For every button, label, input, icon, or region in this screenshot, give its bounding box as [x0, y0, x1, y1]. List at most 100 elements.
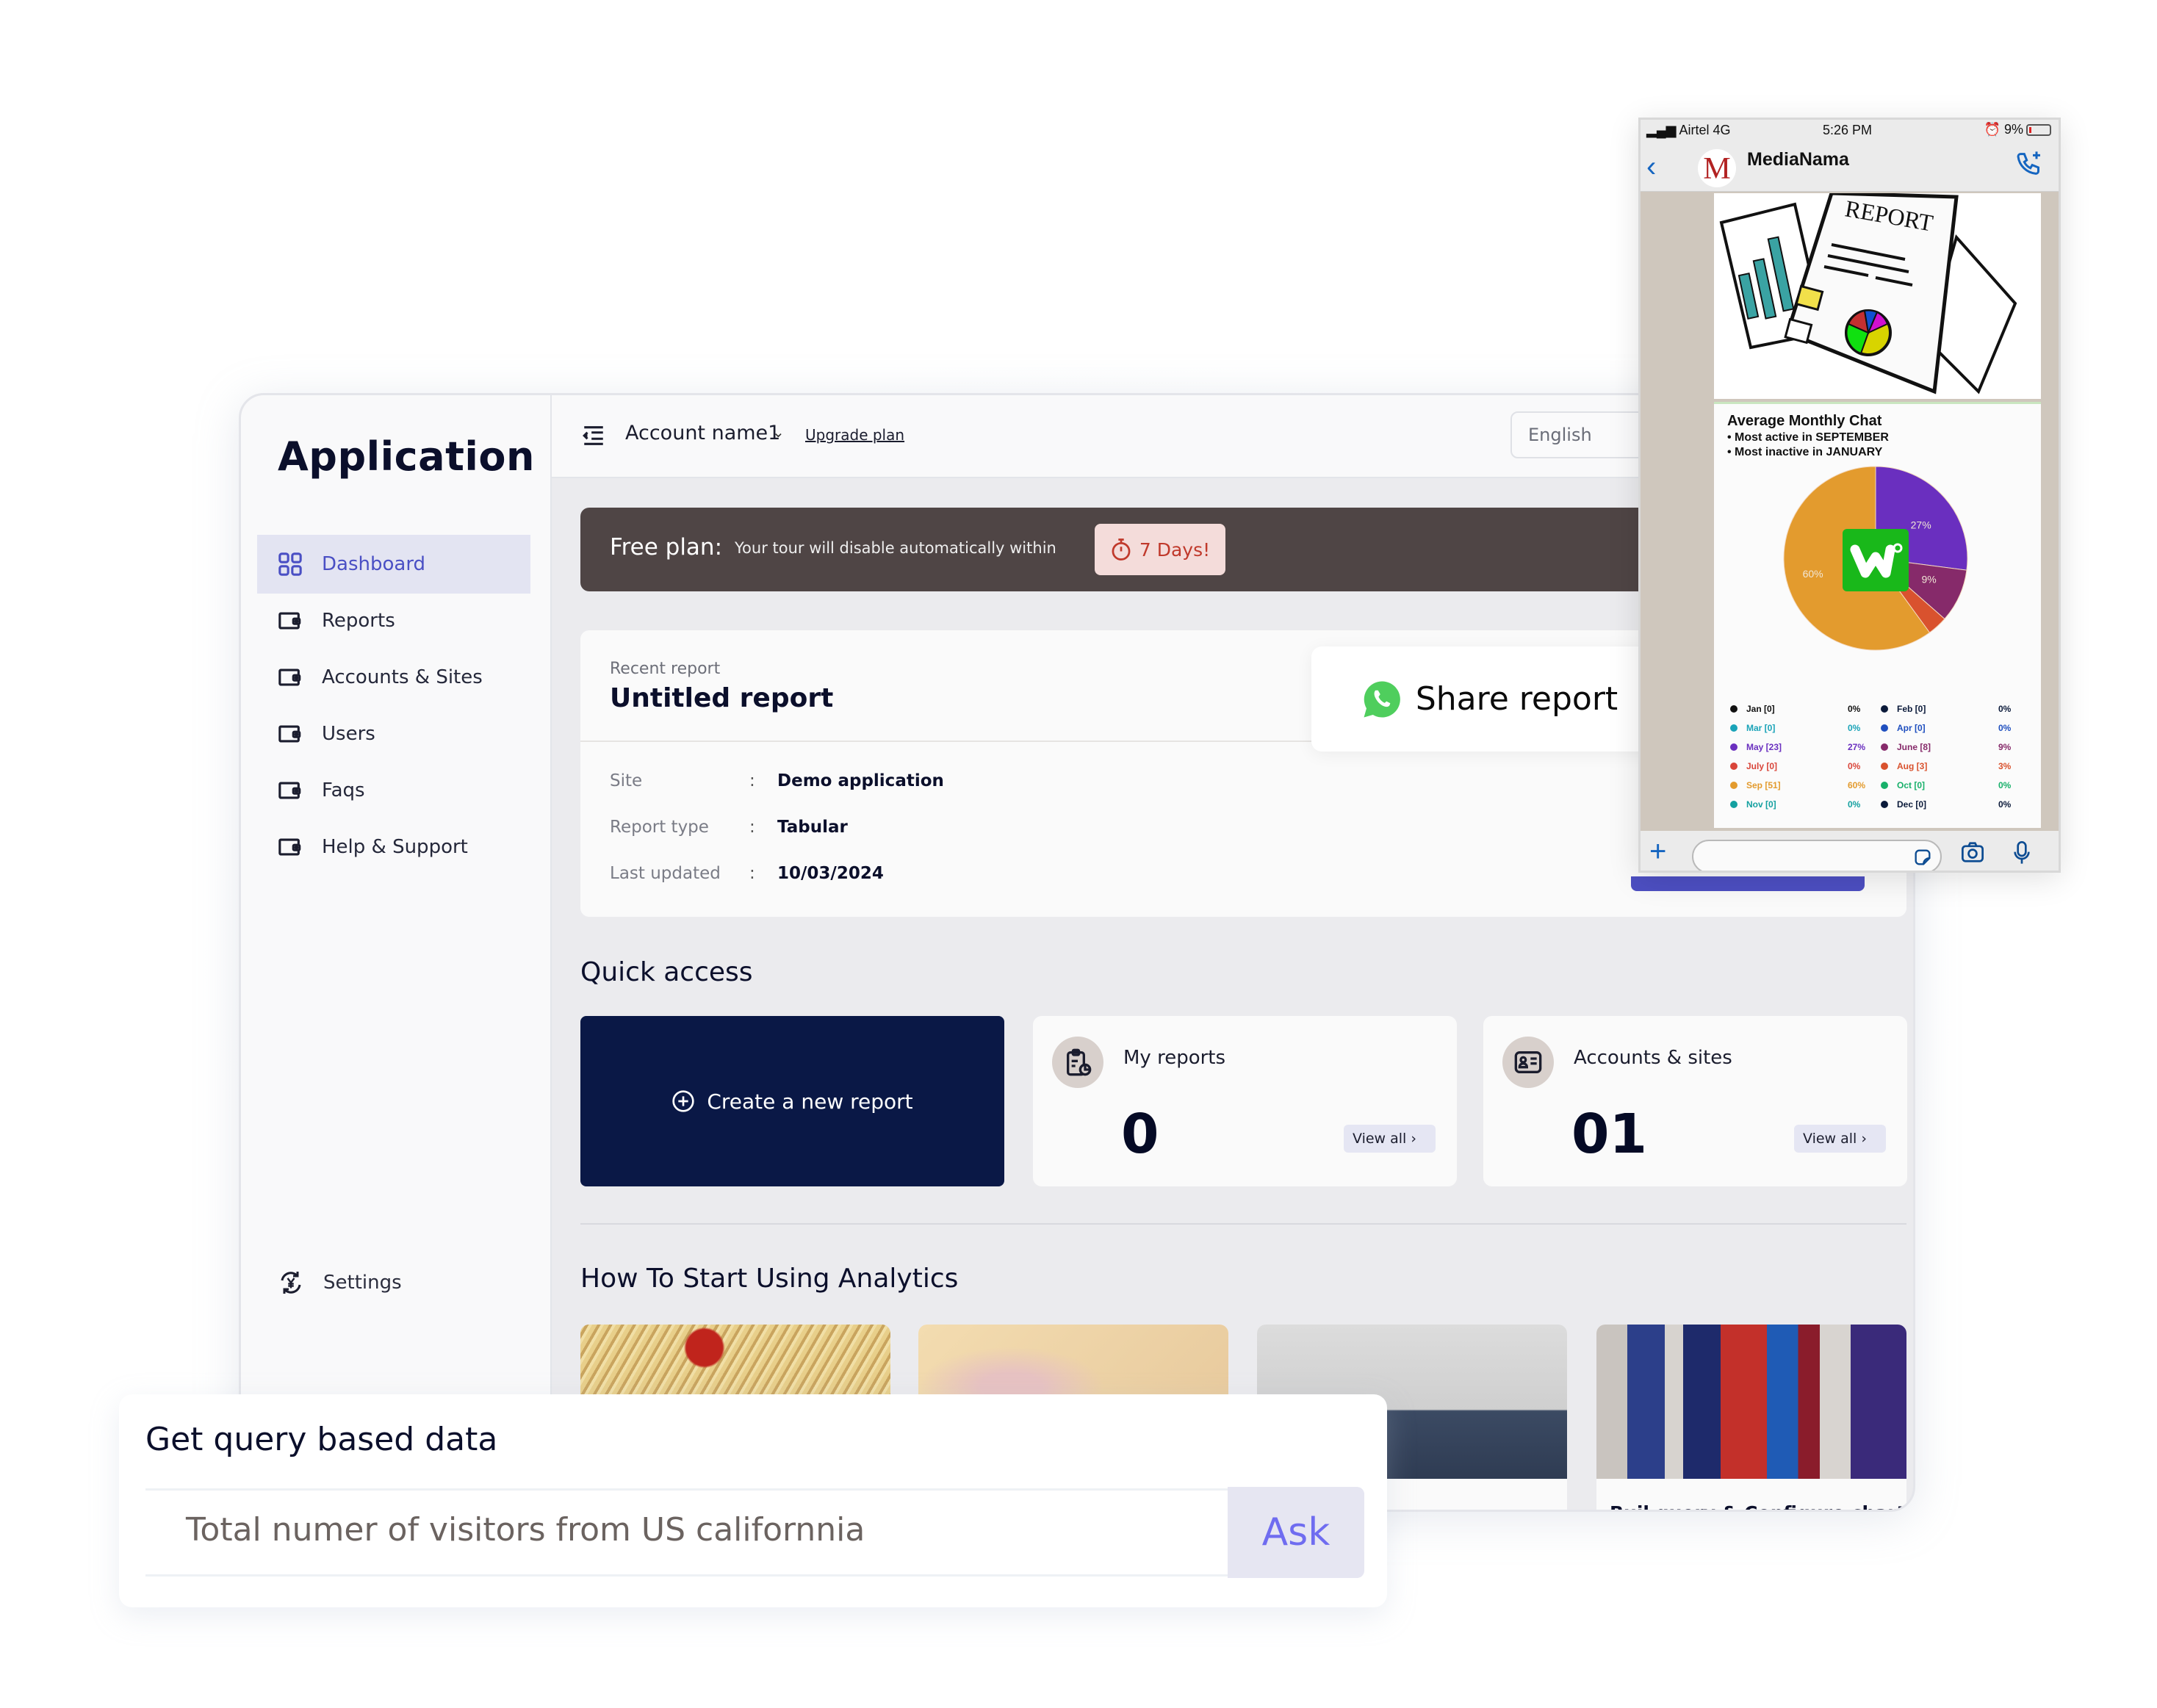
field-key: Last updated [610, 864, 721, 883]
legend-percent: 27% [1848, 742, 1866, 752]
report-illustration[interactable]: REPORT [1714, 191, 2041, 399]
days-remaining-badge: 7 Days! [1095, 524, 1225, 575]
field-key: Site [610, 771, 643, 790]
sticker-icon[interactable] [1912, 847, 1933, 868]
quick-access-title: Quick access [580, 957, 753, 987]
language-select[interactable]: English [1510, 411, 1657, 458]
legend-label: Sep [51] [1746, 780, 1781, 790]
sidebar-item-settings[interactable]: Settings [278, 1269, 402, 1296]
avatar[interactable]: M [1698, 149, 1736, 187]
legend-label: Oct [0] [1897, 780, 1926, 790]
legend-swatch [1730, 743, 1738, 751]
sidebar-item-help-support[interactable]: Help & Support [257, 818, 530, 876]
legend-swatch [1881, 705, 1888, 713]
legend-label: Feb [0] [1897, 704, 1926, 714]
legend-label: May [23] [1746, 742, 1782, 752]
sidebar-item-accounts-sites[interactable]: Accounts & Sites [257, 648, 530, 707]
legend-swatch [1730, 724, 1738, 732]
legend-label: July [0] [1746, 761, 1778, 771]
account-selector[interactable]: Account name1 [625, 422, 780, 444]
whatsapp-icon [1364, 680, 1400, 717]
plus-icon[interactable]: + [1649, 837, 1666, 866]
share-report-button[interactable]: Share report [1311, 646, 1668, 752]
legend-item: Jan [0] 0% [1730, 704, 1877, 714]
query-input[interactable]: Total numer of visitors from US californ… [145, 1488, 1228, 1577]
legend-item: Feb [0] 0% [1881, 704, 2028, 714]
field-value: 10/03/2024 [777, 864, 884, 883]
sidebar-item-faqs[interactable]: Faqs [257, 761, 530, 820]
chart-note: • Most active in SEPTEMBER [1727, 431, 1889, 444]
create-report-button[interactable]: Create a new report [580, 1016, 1004, 1186]
tutorial-caption: Buil query & Configure chart [1610, 1502, 1905, 1510]
legend-item: Mar [0] 0% [1730, 723, 1877, 733]
view-all-label: View all [1353, 1131, 1407, 1147]
chat-name[interactable]: MediaNama [1747, 149, 1849, 170]
legend-swatch [1881, 724, 1888, 732]
legend-item: Oct [0] 0% [1881, 780, 2028, 790]
separator: : [749, 864, 755, 883]
legend-swatch [1881, 763, 1888, 770]
sidebar-item-label: Dashboard [322, 553, 426, 575]
sidebar-item-dashboard[interactable]: Dashboard [257, 535, 530, 594]
accounts-sites-card: Accounts & sites 01 View all › [1483, 1016, 1907, 1186]
slice-label: 9% [1922, 573, 1937, 585]
gallery-art-image [1596, 1325, 1906, 1479]
field-value: Demo application [777, 771, 944, 790]
camera-icon[interactable] [1960, 841, 1985, 863]
legend-swatch [1730, 763, 1738, 770]
sidebar-item-reports[interactable]: Reports [257, 591, 530, 650]
legend-item: Apr [0] 0% [1881, 723, 2028, 733]
sidebar-item-label: Reports [322, 610, 395, 632]
upgrade-plan-link[interactable]: Upgrade plan [805, 426, 904, 444]
chat-header: ‹ M MediaNama [1641, 140, 2059, 192]
legend-percent: 0% [1848, 799, 1861, 810]
message-input[interactable] [1692, 840, 1942, 871]
legend-label: Apr [0] [1897, 723, 1926, 733]
sidebar-item-users[interactable]: Users [257, 705, 530, 763]
wallet-icon [278, 612, 301, 630]
menu-collapse-icon[interactable] [581, 423, 606, 448]
create-report-label: Create a new report [707, 1089, 913, 1114]
legend-percent: 0% [1998, 799, 2012, 810]
wallet-icon [278, 669, 301, 686]
legend-swatch [1881, 782, 1888, 789]
battery-status: ⏰ 9% [1984, 122, 2051, 137]
report-field-type: Report type: Tabular [610, 818, 848, 837]
legend-percent: 9% [1998, 742, 2012, 752]
view-all-button[interactable]: View all › [1344, 1125, 1436, 1153]
legend-item: Dec [0] 0% [1881, 799, 2028, 810]
chevron-down-icon[interactable]: ⌄ [772, 423, 785, 441]
legend-item: Aug [3] 3% [1881, 761, 2028, 771]
back-icon[interactable]: ‹ [1646, 151, 1656, 184]
sidebar-item-label: Accounts & Sites [322, 666, 483, 688]
plus-circle-icon [672, 1090, 695, 1112]
ask-button[interactable]: Ask [1228, 1487, 1364, 1578]
wallet-icon [278, 782, 301, 799]
chart-title: Average Monthly Chat [1727, 413, 1882, 429]
legend-percent: 0% [1998, 704, 2012, 714]
legend-percent: 60% [1848, 780, 1866, 790]
microphone-icon[interactable] [2013, 841, 2031, 865]
recent-report-subtitle: Recent report [610, 660, 721, 678]
days-label: 7 Days! [1139, 538, 1211, 561]
legend-label: Mar [0] [1746, 723, 1776, 733]
report-field-updated: Last updated: 10/03/2024 [610, 864, 884, 883]
query-panel: Get query based data Total numer of visi… [119, 1394, 1387, 1607]
recent-report-title[interactable]: Untitled report [610, 683, 833, 713]
open-report-button[interactable] [1631, 876, 1865, 891]
carrier: ▂▄▆ Airtel 4G [1646, 123, 1731, 137]
wallet-icon [278, 838, 301, 856]
chart-message-card[interactable]: Average Monthly Chat • Most active in SE… [1714, 402, 2041, 828]
card-title: Accounts & sites [1574, 1047, 1732, 1069]
sidebar: Application Dashboard Reports Accounts &… [241, 395, 552, 1510]
status-bar: ▂▄▆ Airtel 4G 5:26 PM ⏰ 9% [1641, 120, 2059, 140]
legend-item: June [8] 9% [1881, 742, 2028, 752]
signal-icon: ▂▄▆ [1646, 123, 1679, 137]
view-all-button[interactable]: View all › [1794, 1125, 1886, 1153]
legend-swatch [1730, 801, 1738, 808]
tutorial-thumbnail[interactable]: Buil query & Configure chart [1596, 1325, 1906, 1510]
report-field-site: Site: Demo application [610, 771, 944, 790]
add-call-icon[interactable] [2014, 149, 2044, 179]
battery-icon [2026, 123, 2051, 136]
legend-item: Nov [0] 0% [1730, 799, 1877, 810]
